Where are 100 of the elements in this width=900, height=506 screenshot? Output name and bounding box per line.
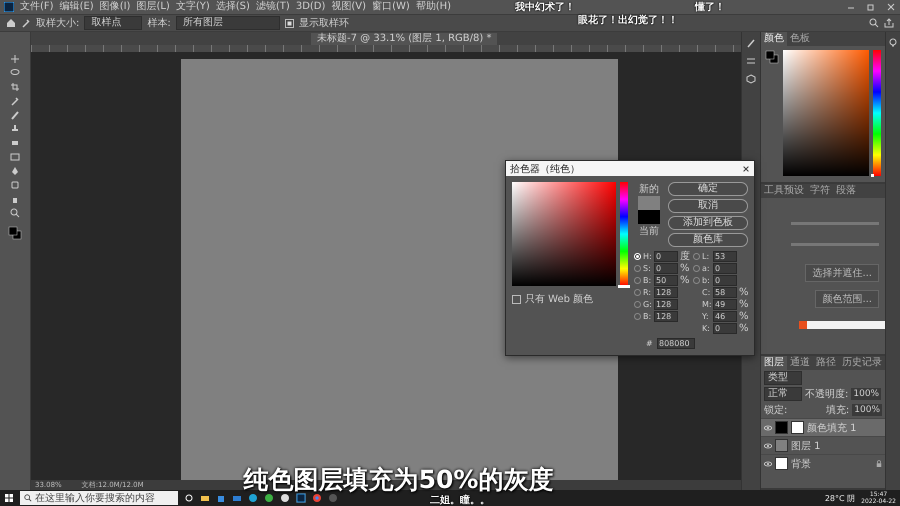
menu-item[interactable]: 编辑(E) — [60, 1, 94, 13]
color-swatches-icon[interactable] — [765, 50, 779, 64]
menu-item[interactable]: 帮助(H) — [416, 1, 452, 13]
hue-slider-handle[interactable] — [871, 174, 874, 177]
color-field[interactable] — [783, 50, 869, 176]
hue-slider[interactable] — [873, 50, 881, 176]
photoshop-icon[interactable] — [296, 493, 306, 503]
menu-item[interactable]: 视图(V) — [331, 1, 366, 13]
layer-row[interactable]: 颜色填充 1 — [761, 418, 885, 436]
menu-item[interactable]: 选择(S) — [216, 1, 250, 13]
eye-icon[interactable] — [764, 442, 772, 448]
menu-item[interactable]: 文件(F) — [20, 1, 54, 13]
radio-button[interactable] — [693, 277, 700, 284]
app-icon[interactable] — [280, 493, 290, 503]
menu-item[interactable]: 图层(L) — [136, 1, 170, 13]
sample-dropdown[interactable]: 所有图层 — [176, 16, 280, 30]
chrome-icon[interactable] — [312, 493, 322, 503]
windows-start-icon[interactable] — [4, 493, 14, 503]
value-field[interactable]: 0 — [713, 275, 737, 286]
value-field[interactable]: 50 — [654, 275, 678, 286]
restore-icon[interactable] — [866, 2, 876, 12]
cube-icon[interactable] — [746, 74, 756, 84]
radio-button[interactable] — [634, 313, 641, 320]
color-swatches-icon[interactable] — [8, 226, 22, 240]
radio-button[interactable] — [634, 301, 641, 308]
dialog-button[interactable]: 颜色库 — [668, 233, 748, 247]
value-field[interactable]: 46 — [713, 311, 737, 322]
panel-tab[interactable]: 色板 — [787, 32, 813, 46]
close-icon[interactable] — [742, 164, 750, 172]
menu-item[interactable]: 滤镜(T) — [256, 1, 290, 13]
crop-icon[interactable] — [10, 82, 20, 92]
eye-icon[interactable] — [764, 424, 772, 430]
value-field[interactable]: 53 — [713, 251, 737, 262]
weather-text[interactable]: 28°C 阴 — [824, 492, 856, 504]
sliders-icon[interactable] — [746, 56, 756, 66]
panel-tab[interactable]: 工具预设 — [761, 184, 807, 198]
hue-slider[interactable] — [620, 182, 628, 286]
menu-item[interactable]: 文字(Y) — [176, 1, 210, 13]
pen-icon[interactable] — [10, 166, 20, 176]
show-ring-checkbox[interactable] — [284, 18, 294, 28]
opacity-field[interactable]: 100% — [851, 388, 882, 400]
lightbulb-icon[interactable] — [888, 38, 898, 48]
zoom-icon[interactable] — [10, 208, 20, 218]
radio-button[interactable] — [634, 277, 641, 284]
document-tab[interactable]: 未标题-7 @ 33.1% (图层 1, RGB/8) * — [311, 33, 498, 45]
value-field[interactable]: 0 — [713, 263, 737, 274]
eyedropper-icon[interactable] — [10, 96, 20, 106]
panel-tab[interactable]: 颜色 — [761, 32, 787, 46]
panel-tab[interactable]: 图层 — [761, 356, 787, 370]
panel-tab[interactable]: 字符 — [807, 184, 833, 198]
panel-tab[interactable]: 历史记录 — [839, 356, 885, 370]
value-field[interactable]: 58 — [713, 287, 737, 298]
mail-icon[interactable] — [232, 493, 242, 503]
layer-row[interactable]: 背景 — [761, 454, 885, 472]
lasso-icon[interactable] — [10, 68, 20, 78]
dialog-button[interactable]: 添加到色板 — [668, 216, 748, 230]
browser-icon[interactable] — [248, 493, 258, 503]
eraser-icon[interactable] — [10, 138, 20, 148]
radio-button[interactable] — [693, 265, 700, 272]
layer-row[interactable]: 图层 1 — [761, 436, 885, 454]
value-field[interactable]: 49 — [713, 299, 737, 310]
panel-tab[interactable]: 段落 — [833, 184, 859, 198]
panel-tab[interactable]: 通道 — [787, 356, 813, 370]
menu-item[interactable]: 窗口(W) — [372, 1, 410, 13]
hue-slider-handle[interactable] — [618, 285, 630, 288]
app-logo-icon[interactable] — [4, 2, 14, 12]
radio-button[interactable] — [634, 265, 641, 272]
panel-tab[interactable]: 路径 — [813, 356, 839, 370]
move-icon[interactable] — [10, 54, 20, 64]
radio-button[interactable] — [634, 289, 641, 296]
share-icon[interactable] — [884, 18, 894, 28]
value-field[interactable]: 128 — [654, 287, 678, 298]
brush-settings-icon[interactable] — [746, 38, 756, 48]
search-icon[interactable] — [869, 18, 879, 28]
saturation-brightness-field[interactable] — [512, 182, 616, 286]
dialog-button[interactable]: 取消 — [668, 199, 748, 213]
brush-icon[interactable] — [10, 110, 20, 120]
menu-item[interactable]: 3D(D) — [296, 1, 326, 13]
store-icon[interactable] — [216, 493, 226, 503]
stamp-icon[interactable] — [10, 124, 20, 134]
panel-button[interactable]: 颜色范围... — [815, 290, 879, 308]
panel-button[interactable]: 选择并遮住... — [805, 264, 879, 282]
chat-icon[interactable] — [264, 493, 274, 503]
menu-item[interactable]: 图像(I) — [100, 1, 130, 13]
ime-toolbar[interactable] — [799, 321, 885, 329]
fill-field[interactable]: 100% — [852, 404, 882, 416]
web-colors-checkbox[interactable] — [512, 294, 521, 304]
value-field[interactable]: 0 — [654, 263, 678, 274]
value-field[interactable]: 128 — [654, 299, 678, 310]
sample-size-dropdown[interactable]: 取样点 — [84, 16, 142, 30]
value-field[interactable]: 0 — [713, 323, 737, 334]
layer-filter-dropdown[interactable]: 类型 — [764, 371, 802, 385]
circle-icon[interactable] — [184, 493, 194, 503]
blend-mode-dropdown[interactable]: 正常 — [764, 387, 802, 401]
hex-field[interactable]: 808080 — [657, 338, 695, 349]
home-icon[interactable] — [6, 18, 16, 28]
radio-button[interactable] — [693, 253, 700, 260]
eye-icon[interactable] — [764, 460, 772, 466]
value-field[interactable]: 128 — [654, 311, 678, 322]
folder-icon[interactable] — [200, 493, 210, 503]
